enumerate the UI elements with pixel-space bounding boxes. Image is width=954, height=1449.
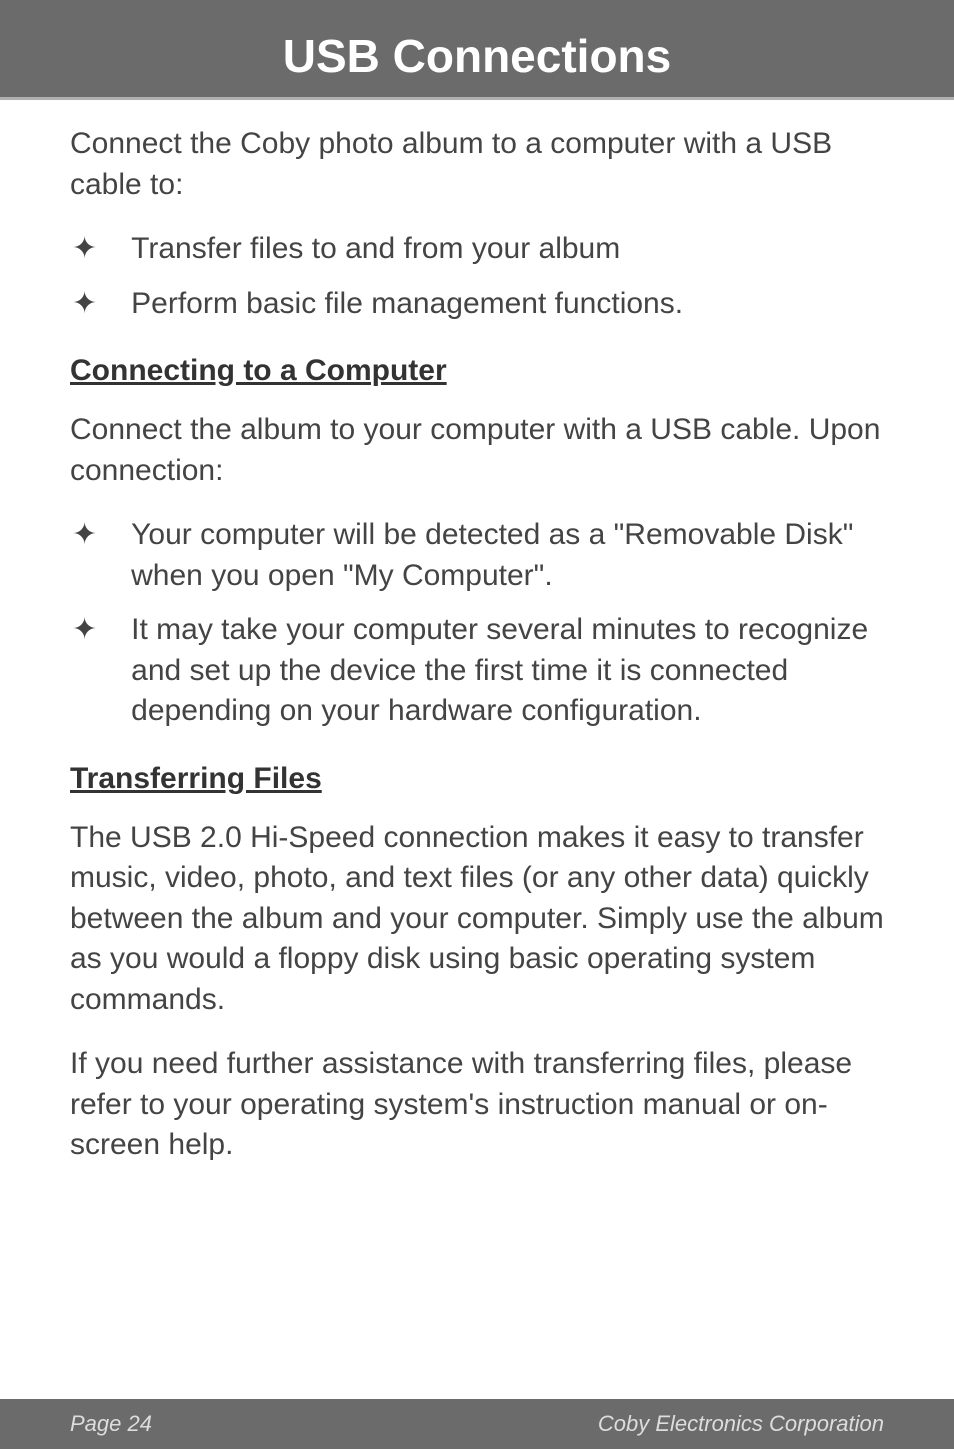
page-number: Page 24 xyxy=(70,1411,152,1437)
content-area: Connect the Coby photo album to a comput… xyxy=(0,100,954,1166)
page-title: USB Connections xyxy=(283,29,671,83)
bullet-list-2: ✦ Your computer will be detected as a "R… xyxy=(70,515,884,732)
header-bar: USB Connections xyxy=(0,0,954,100)
list-item: ✦ Your computer will be detected as a "R… xyxy=(70,515,884,596)
list-item: ✦ Transfer files to and from your album xyxy=(70,229,884,270)
star-icon: ✦ xyxy=(72,284,97,325)
list-item: ✦ Perform basic file management function… xyxy=(70,284,884,325)
section2-paragraph-2: If you need further assistance with tran… xyxy=(70,1044,884,1166)
star-icon: ✦ xyxy=(72,515,97,556)
section-heading-connecting: Connecting to a Computer xyxy=(70,354,884,388)
intro-paragraph: Connect the Coby photo album to a comput… xyxy=(70,124,884,205)
section2-paragraph-1: The USB 2.0 Hi-Speed connection makes it… xyxy=(70,818,884,1021)
company-name: Coby Electronics Corporation xyxy=(598,1411,884,1437)
bullet-text: Your computer will be detected as a "Rem… xyxy=(131,515,884,596)
star-icon: ✦ xyxy=(72,229,97,270)
bullet-text: Perform basic file management functions. xyxy=(131,284,683,325)
bullet-list-1: ✦ Transfer files to and from your album … xyxy=(70,229,884,324)
bullet-text: Transfer files to and from your album xyxy=(131,229,620,270)
section1-paragraph: Connect the album to your computer with … xyxy=(70,410,884,491)
footer-bar: Page 24 Coby Electronics Corporation xyxy=(0,1399,954,1449)
star-icon: ✦ xyxy=(72,610,97,651)
list-item: ✦ It may take your computer several minu… xyxy=(70,610,884,732)
bullet-text: It may take your computer several minute… xyxy=(131,610,884,732)
section-heading-transferring: Transferring Files xyxy=(70,762,884,796)
